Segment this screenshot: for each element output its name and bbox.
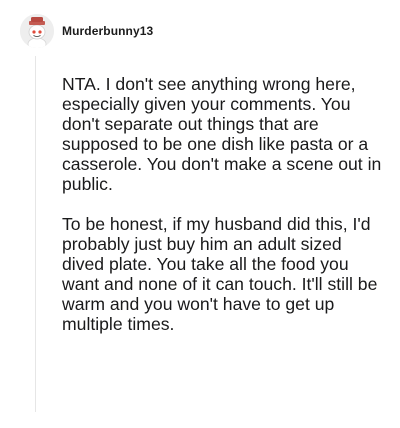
comment-body: NTA. I don't see anything wrong here, es…	[62, 74, 382, 334]
comment-username[interactable]: Murderbunny13	[62, 24, 153, 38]
snoo-avatar-icon	[20, 14, 54, 48]
thread-line[interactable]	[35, 56, 36, 412]
comment-card: Murderbunny13 NTA. I don't see anything …	[0, 0, 400, 428]
user-avatar[interactable]	[20, 14, 54, 48]
comment-paragraph: NTA. I don't see anything wrong here, es…	[62, 74, 382, 194]
comment-paragraph: To be honest, if my husband did this, I'…	[62, 214, 378, 334]
